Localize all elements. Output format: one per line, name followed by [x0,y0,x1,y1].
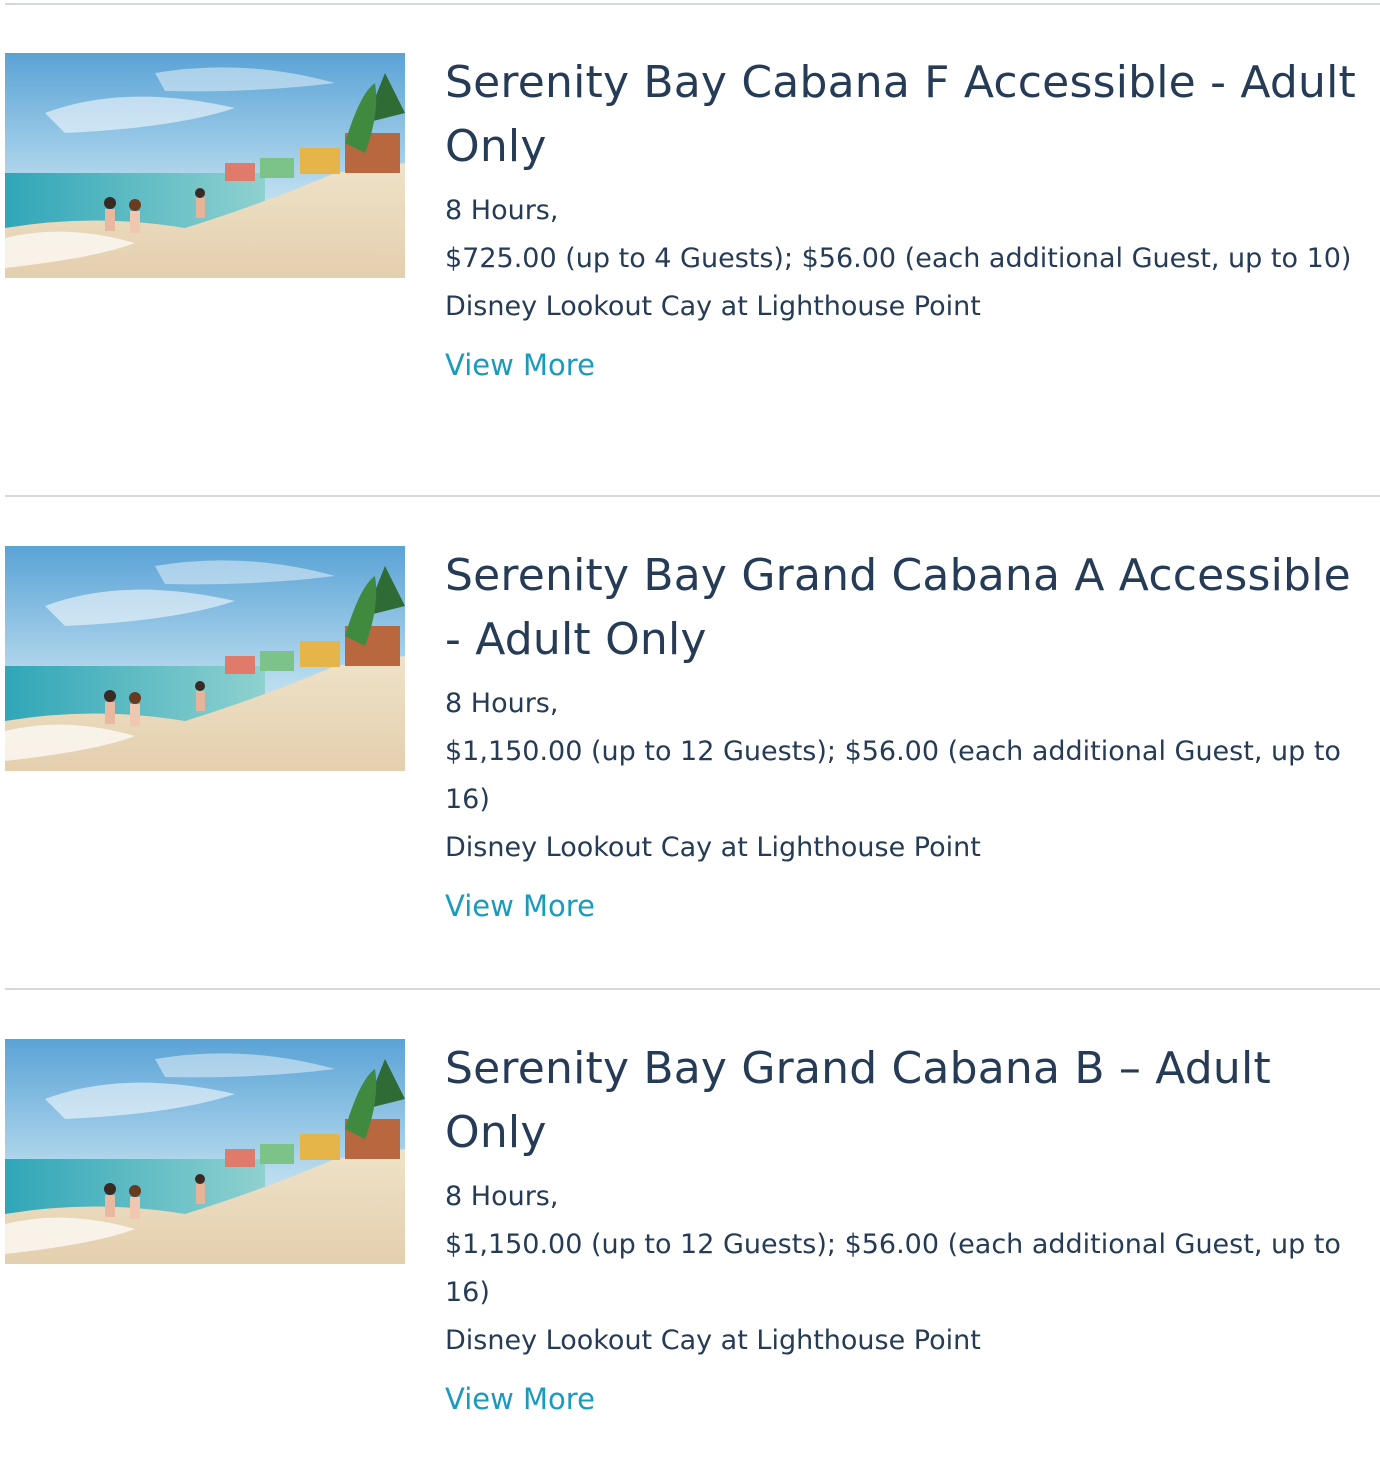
beach-image-icon [5,1039,405,1264]
view-more-link[interactable]: View More [445,345,595,385]
listing-duration: 8 Hours, [445,195,559,226]
listing-image[interactable] [5,53,405,278]
listing-location: Disney Lookout Cay at Lighthouse Point [445,832,981,863]
listing-title[interactable]: Serenity Bay Grand Cabana A Accessible -… [445,544,1365,672]
listing-location: Disney Lookout Cay at Lighthouse Point [445,291,981,322]
listing-title[interactable]: Serenity Bay Cabana F Accessible - Adult… [445,51,1365,179]
view-more-link[interactable]: View More [445,886,595,926]
beach-image-icon [5,546,405,771]
listing-card: Serenity Bay Cabana F Accessible - Adult… [0,53,1380,493]
listing-price: $725.00 (up to 4 Guests); $56.00 (each a… [445,243,1352,274]
listing-card: Serenity Bay Grand Cabana B – Adult Only… [0,1039,1380,1479]
top-divider [5,3,1380,5]
listing-divider [5,495,1380,497]
listing-divider [5,988,1380,990]
listing-image[interactable] [5,546,405,771]
listing-info: Serenity Bay Grand Cabana B – Adult Only… [445,1039,1365,1419]
beach-image-icon [5,53,405,278]
listing-image[interactable] [5,1039,405,1264]
listing-card: Serenity Bay Grand Cabana A Accessible -… [0,546,1380,986]
listing-duration: 8 Hours, [445,1181,559,1212]
listing-info: Serenity Bay Cabana F Accessible - Adult… [445,53,1365,385]
listing-duration: 8 Hours, [445,688,559,719]
listing-location: Disney Lookout Cay at Lighthouse Point [445,1325,981,1356]
listing-title[interactable]: Serenity Bay Grand Cabana B – Adult Only [445,1037,1365,1165]
listing-price: $1,150.00 (up to 12 Guests); $56.00 (eac… [445,1229,1341,1308]
listing-price: $1,150.00 (up to 12 Guests); $56.00 (eac… [445,736,1341,815]
view-more-link[interactable]: View More [445,1379,595,1419]
listing-info: Serenity Bay Grand Cabana A Accessible -… [445,546,1365,926]
